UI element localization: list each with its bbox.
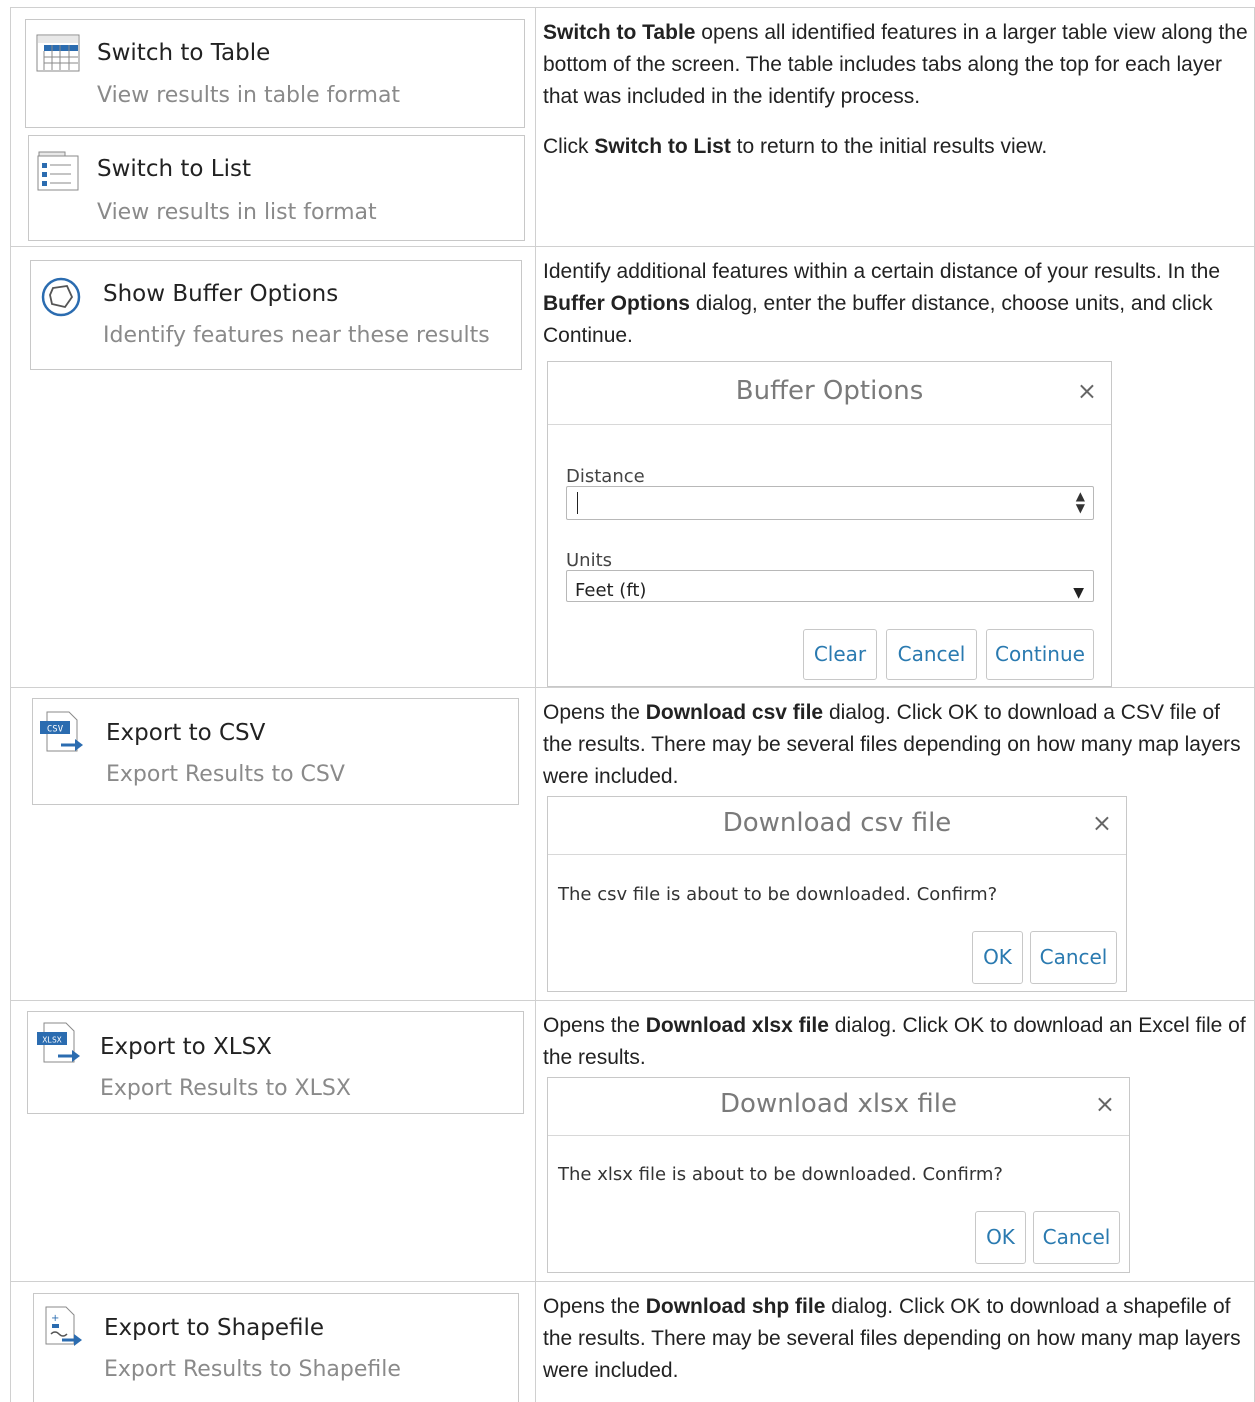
row-buffer-description: Identify additional features within a ce… — [536, 247, 1255, 688]
switch-to-table-button[interactable]: Switch to Table View results in table fo… — [25, 19, 525, 128]
row-export-csv-description: Opens the Download csv file dialog. Clic… — [536, 688, 1255, 1001]
show-buffer-options-subtitle: Identify features near these results — [103, 323, 490, 348]
csv-export-icon: CSV — [39, 711, 87, 762]
shapefile-export-icon: + — [42, 1306, 86, 1357]
show-buffer-options-button[interactable]: Show Buffer Options Identify features ne… — [30, 260, 522, 370]
units-selected-value: Feet (ft) — [575, 575, 646, 607]
export-to-shapefile-subtitle: Export Results to Shapefile — [104, 1357, 401, 1382]
buffer-dialog-header: Buffer Options × — [548, 362, 1111, 425]
spinner-arrows-icon[interactable]: ▲▼ — [1076, 490, 1085, 514]
csv-description: Opens the Download csv file dialog. Clic… — [543, 697, 1254, 793]
export-to-xlsx-subtitle: Export Results to XLSX — [100, 1076, 351, 1101]
xlsx-dialog-title: Download xlsx file — [720, 1089, 957, 1119]
export-to-csv-subtitle: Export Results to CSV — [106, 762, 345, 787]
export-to-xlsx-title: Export to XLSX — [100, 1034, 272, 1060]
csv-dialog-message: The csv file is about to be downloaded. … — [558, 879, 997, 911]
xlsx-text-a: Opens the — [543, 1014, 646, 1037]
help-table: Switch to Table View results in table fo… — [10, 7, 1255, 1402]
switch-to-list-description: Click Switch to List to return to the in… — [543, 131, 1254, 163]
continue-button[interactable]: Continue — [986, 629, 1094, 680]
close-icon[interactable]: × — [1095, 1078, 1115, 1131]
switch-to-table-description: Switch to Table opens all identified fea… — [543, 17, 1254, 113]
close-icon[interactable]: × — [1092, 797, 1112, 850]
list-icon — [37, 150, 79, 197]
distance-input[interactable]: ▲▼ — [566, 486, 1094, 520]
export-to-xlsx-button[interactable]: XLSX Export to XLSX Export Results to XL… — [27, 1011, 524, 1114]
switch-to-table-subtitle: View results in table format — [97, 83, 400, 108]
export-to-shapefile-title: Export to Shapefile — [104, 1315, 324, 1341]
close-icon[interactable]: × — [1077, 362, 1097, 420]
export-to-shapefile-button[interactable]: + Export to Shapefile Export Results to … — [33, 1293, 519, 1402]
ok-button[interactable]: OK — [975, 1211, 1026, 1264]
row-switch-view-left: Switch to Table View results in table fo… — [11, 8, 536, 247]
xlsx-term: Download xlsx file — [646, 1014, 829, 1037]
xlsx-dialog-message: The xlsx file is about to be downloaded.… — [558, 1159, 1003, 1191]
cancel-button[interactable]: Cancel — [1033, 1211, 1120, 1264]
csv-dialog-title: Download csv file — [723, 808, 952, 838]
csv-text-a: Opens the — [543, 701, 646, 724]
row-export-shapefile-description: Opens the Download shp file dialog. Clic… — [536, 1282, 1255, 1402]
buffer-dialog-title: Buffer Options — [736, 376, 924, 406]
switch-to-table-term: Switch to Table — [543, 21, 695, 44]
buffer-icon — [41, 277, 81, 322]
svg-text:XLSX: XLSX — [42, 1036, 61, 1045]
cancel-button[interactable]: Cancel — [1030, 931, 1117, 984]
xlsx-dialog-header: Download xlsx file × — [548, 1078, 1129, 1136]
csv-dialog-header: Download csv file × — [548, 797, 1126, 855]
svg-text:CSV: CSV — [47, 725, 64, 735]
ok-button[interactable]: OK — [972, 931, 1023, 984]
units-select[interactable]: Feet (ft) ▼ — [566, 570, 1094, 602]
row-export-xlsx-left: XLSX Export to XLSX Export Results to XL… — [11, 1001, 536, 1282]
csv-term: Download csv file — [646, 701, 823, 724]
chevron-down-icon: ▼ — [1073, 577, 1084, 609]
buffer-text-a: Identify additional features within a ce… — [543, 260, 1220, 283]
row-export-xlsx: XLSX Export to XLSX Export Results to XL… — [11, 1001, 1255, 1282]
shapefile-description: Opens the Download shp file dialog. Clic… — [543, 1291, 1254, 1387]
switch-to-list-text-a: Click — [543, 135, 594, 158]
help-document: Switch to Table View results in table fo… — [10, 7, 1255, 1402]
clear-button[interactable]: Clear — [803, 629, 877, 680]
buffer-term: Buffer Options — [543, 292, 690, 315]
row-buffer: Show Buffer Options Identify features ne… — [11, 247, 1255, 688]
row-export-shapefile-left: + Export to Shapefile Export Results to … — [11, 1282, 536, 1402]
switch-to-list-subtitle: View results in list format — [97, 200, 377, 225]
shapefile-term: Download shp file — [646, 1295, 826, 1318]
show-buffer-options-title: Show Buffer Options — [103, 281, 338, 307]
row-switch-view-description: Switch to Table opens all identified fea… — [536, 8, 1255, 247]
download-csv-dialog: Download csv file × The csv file is abou… — [547, 796, 1127, 992]
export-to-csv-button[interactable]: CSV Export to CSV Export Results to CSV — [32, 698, 519, 805]
export-to-csv-title: Export to CSV — [106, 720, 265, 746]
row-buffer-left: Show Buffer Options Identify features ne… — [11, 247, 536, 688]
cancel-button[interactable]: Cancel — [886, 629, 977, 680]
row-switch-view: Switch to Table View results in table fo… — [11, 8, 1255, 247]
switch-to-list-text-b: to return to the initial results view. — [731, 135, 1047, 158]
row-export-xlsx-description: Opens the Download xlsx file dialog. Cli… — [536, 1001, 1255, 1282]
row-export-csv: CSV Export to CSV Export Results to CSV … — [11, 688, 1255, 1001]
shapefile-text-a: Opens the — [543, 1295, 646, 1318]
switch-to-list-button[interactable]: Switch to List View results in list form… — [28, 135, 525, 241]
xlsx-export-icon: XLSX — [36, 1022, 84, 1073]
download-xlsx-dialog: Download xlsx file × The xlsx file is ab… — [547, 1077, 1130, 1273]
text-cursor — [577, 492, 578, 514]
svg-text:+: + — [51, 1313, 59, 1324]
row-export-shapefile: + Export to Shapefile Export Results to … — [11, 1282, 1255, 1402]
switch-to-list-term: Switch to List — [594, 135, 731, 158]
table-icon — [36, 34, 80, 77]
buffer-description: Identify additional features within a ce… — [543, 256, 1254, 352]
row-export-csv-left: CSV Export to CSV Export Results to CSV — [11, 688, 536, 1001]
xlsx-description: Opens the Download xlsx file dialog. Cli… — [543, 1010, 1254, 1074]
switch-to-table-title: Switch to Table — [97, 40, 270, 66]
switch-to-list-title: Switch to List — [97, 156, 251, 182]
buffer-options-dialog: Buffer Options × Distance ▲▼ Units Feet … — [547, 361, 1112, 687]
